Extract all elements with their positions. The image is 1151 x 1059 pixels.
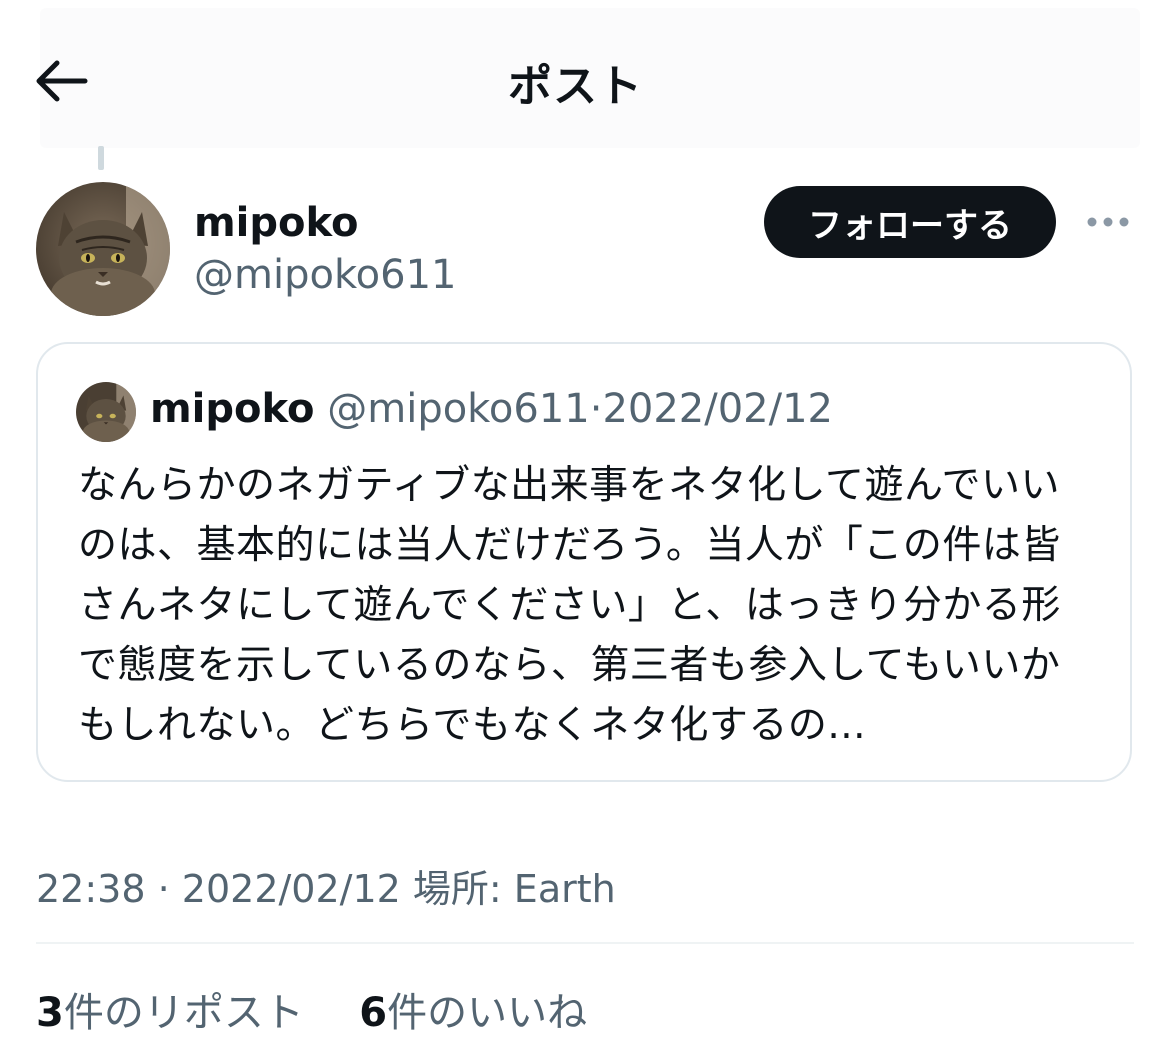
cat-avatar-image — [36, 182, 170, 316]
avatar[interactable] — [36, 182, 170, 316]
thread-connector-line — [98, 146, 104, 170]
top-bar: ポスト — [0, 0, 1151, 150]
likes-stat[interactable]: 6件のいいね — [359, 990, 587, 1036]
divider — [36, 942, 1134, 944]
post-location[interactable]: 場所: Earth — [413, 867, 616, 911]
reposts-stat[interactable]: 3件のリポスト — [36, 990, 304, 1036]
likes-label: 件のいいね — [387, 990, 588, 1036]
quote-separator: · — [589, 386, 603, 432]
cat-avatar-image — [76, 382, 136, 442]
reposts-label: 件のリポスト — [63, 990, 304, 1036]
author-handle[interactable]: @mipoko611 — [194, 252, 457, 298]
post-date[interactable]: 2022/02/12 — [182, 867, 401, 911]
author-name[interactable]: mipoko — [194, 200, 359, 246]
quote-avatar — [76, 382, 136, 442]
quote-date: 2022/02/12 — [602, 386, 833, 432]
post-time[interactable]: 22:38 — [36, 867, 146, 911]
reposts-count: 3 — [36, 990, 64, 1036]
likes-count: 6 — [359, 990, 388, 1036]
quote-author-name: mipoko — [150, 386, 315, 432]
quoted-post-card[interactable]: mipoko @mipoko611·2022/02/12 なんらかのネガティブな… — [36, 342, 1132, 782]
more-horizontal-icon — [1087, 217, 1129, 227]
quote-body-text: なんらかのネガティブな出来事をネタ化して遊んでいいのは、基本的には当人だけだろう… — [78, 463, 1061, 748]
follow-button[interactable]: フォローする — [764, 186, 1056, 258]
quote-author-handle: @mipoko611 — [327, 386, 590, 432]
engagement-stats: 3件のリポスト 6件のいいね — [36, 980, 587, 1038]
quote-header: mipoko @mipoko611·2022/02/12 — [150, 386, 833, 432]
page-title: ポスト — [508, 61, 643, 112]
timestamp-separator: · — [157, 867, 170, 911]
more-options-button[interactable] — [1082, 202, 1134, 242]
post-timestamp: 22:38 · 2022/02/12 場所: Earth — [36, 858, 616, 913]
